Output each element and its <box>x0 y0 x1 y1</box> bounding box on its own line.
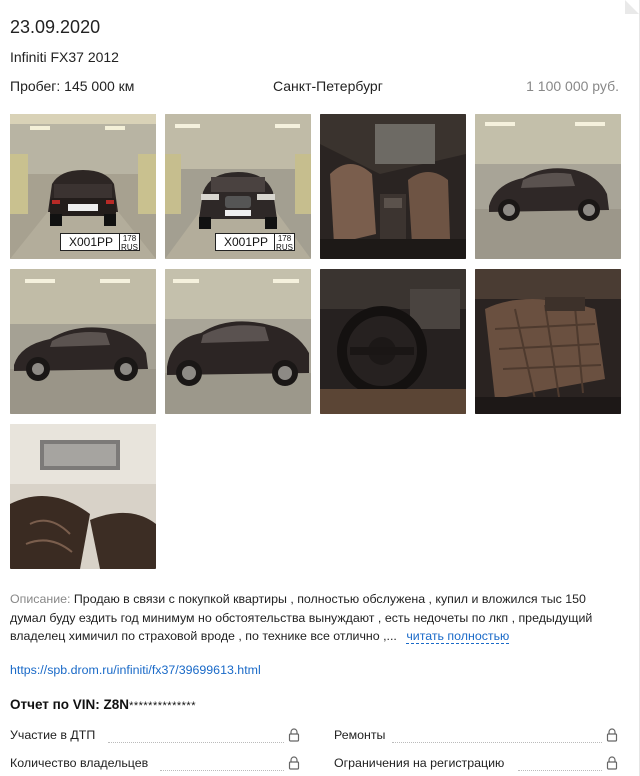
photo-4[interactable] <box>475 114 621 259</box>
vin-item-label: Ремонты <box>334 728 386 742</box>
description-label: Описание: <box>10 592 71 606</box>
lock-icon <box>288 728 300 742</box>
vin-item-repairs[interactable]: Ремонты <box>334 728 624 744</box>
vin-mask: ************** <box>129 700 196 712</box>
car-side-photo <box>165 269 311 414</box>
leader-dots <box>392 742 602 743</box>
leader-dots <box>518 770 602 771</box>
plate-overlay: Х001РР 178 RUS <box>60 233 140 252</box>
vin-item-label: Количество владельцев <box>10 756 149 770</box>
listing-mileage: Пробег: 145 000 км <box>10 78 135 94</box>
source-link[interactable]: https://spb.drom.ru/infiniti/fx37/396996… <box>10 663 261 677</box>
vin-item-label: Участие в ДТП <box>10 728 96 742</box>
car-side-photo <box>10 269 156 414</box>
photo-3[interactable] <box>320 114 466 259</box>
listing-price: 1 100 000 руб. <box>526 78 619 94</box>
listing-city: Санкт-Петербург <box>273 78 383 94</box>
photo-9[interactable] <box>10 424 156 569</box>
listing-description: Описание: Продаю в связи с покупкой квар… <box>10 590 625 646</box>
plate-region-code: 178 <box>277 234 292 243</box>
listing-date: 23.09.2020 <box>10 17 101 37</box>
rear-seats-photo <box>475 269 621 414</box>
leader-dots <box>108 742 284 743</box>
plate-number: Х001РР <box>69 235 114 249</box>
lock-icon <box>606 728 618 742</box>
photo-5[interactable] <box>10 269 156 414</box>
photo-2[interactable]: Х001РР 178 RUS <box>165 114 311 259</box>
plate-number: Х001РР <box>224 235 269 249</box>
photo-1[interactable]: Х001РР 178 RUS <box>10 114 156 259</box>
lock-icon <box>606 756 618 770</box>
car-side-photo <box>475 114 621 259</box>
leader-dots <box>160 770 284 771</box>
listing-title[interactable]: Infiniti FX37 2012 <box>10 49 119 65</box>
plate-region: 178 RUS <box>119 234 139 252</box>
photo-6[interactable] <box>165 269 311 414</box>
plate-overlay: Х001РР 178 RUS <box>215 233 295 252</box>
photo-7[interactable] <box>320 269 466 414</box>
lock-icon <box>288 756 300 770</box>
read-more-link[interactable]: читать полностью <box>406 629 510 644</box>
vin-item-restrictions[interactable]: Ограничения на регистрацию <box>334 756 624 772</box>
vin-report-title: Отчет по VIN: Z8N************** <box>10 697 196 712</box>
vin-item-label: Ограничения на регистрацию <box>334 756 505 770</box>
sunroof-photo <box>10 424 156 569</box>
vin-item-accidents[interactable]: Участие в ДТП <box>10 728 300 744</box>
page-corner-fold <box>625 0 639 14</box>
vin-item-owners[interactable]: Количество владельцев <box>10 756 300 772</box>
vin-report-label: Отчет по VIN: Z8N <box>10 697 130 712</box>
steering-wheel-photo <box>320 269 466 414</box>
plate-region: 178 RUS <box>274 234 294 252</box>
photo-8[interactable] <box>475 269 621 414</box>
plate-region-code: 178 <box>122 234 137 243</box>
interior-photo <box>320 114 466 259</box>
listing-card: 23.09.2020 Infiniti FX37 2012 Пробег: 14… <box>0 0 640 776</box>
